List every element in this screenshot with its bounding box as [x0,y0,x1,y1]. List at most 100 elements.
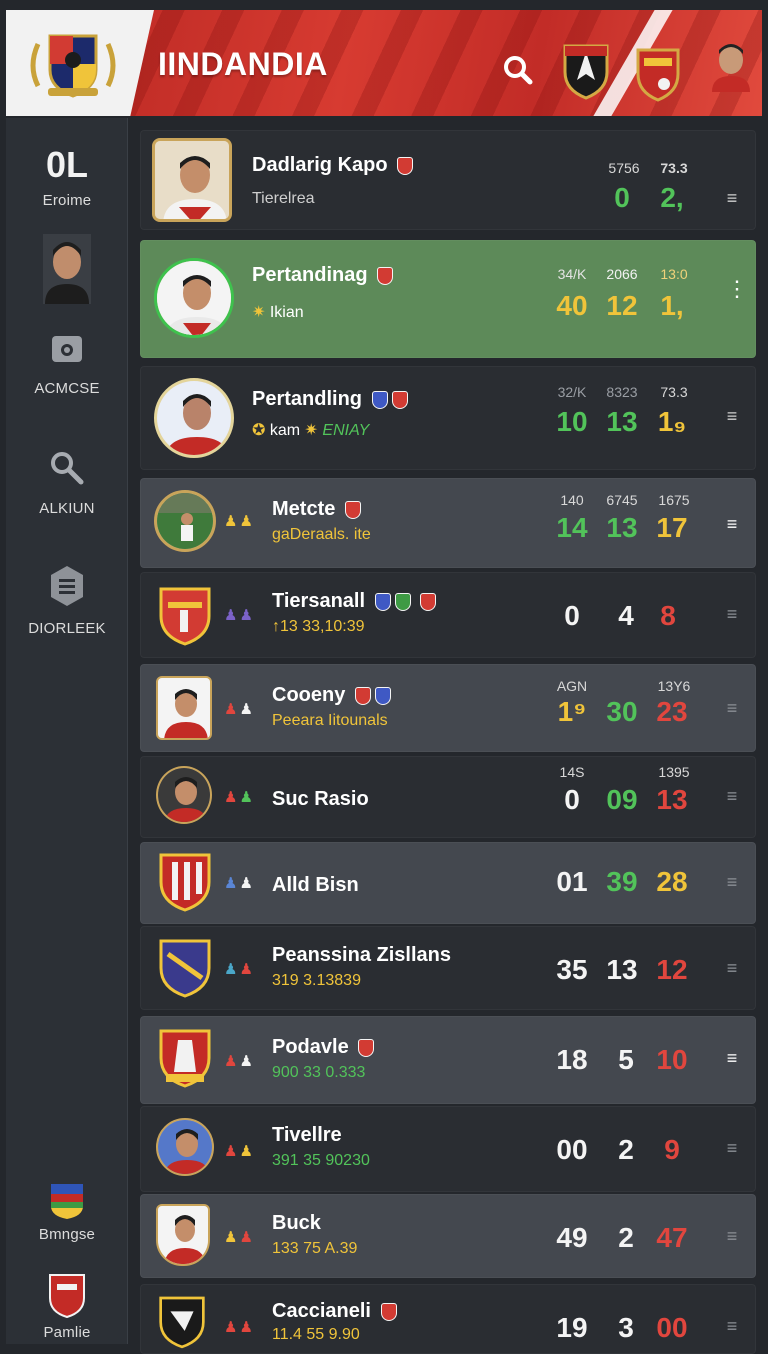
row-menu-icon[interactable]: ≡ [726,698,738,719]
row-name: Cooeny [272,684,391,707]
row-stat-3: 00 [656,1312,688,1343]
row-header-1: 34/K [557,266,587,282]
list-item[interactable]: ♟♟ Buck 133 75 A.39 49 2 47 ≡ [140,1194,756,1278]
row-stat-1: 40 [556,290,588,321]
club-crest-icon [159,587,211,646]
sidebar-item-label: DIORLEEK [28,620,106,637]
row-menu-icon[interactable]: ≡ [726,786,738,807]
shield-icon [563,44,609,100]
players-icon: ♟♟ [224,1229,255,1246]
row-header-1: 32/K [557,384,587,400]
star-icon: ✷ [252,304,266,321]
players-icon: ♟♟ [224,1143,255,1160]
row-menu-icon[interactable]: ≡ [726,1138,738,1159]
avatar [156,1118,214,1176]
club-badge-icon [391,390,408,409]
list-item[interactable]: ♟♟ Suc Rasio 14S 1395 0 09 13 ≡ [140,756,756,838]
row-name-text: Alld Bisn [272,874,359,896]
row-name-text: Cooeny [272,684,346,706]
row-stat-2: 30 [606,696,638,727]
sidebar-item-alkiun[interactable]: ALKIUN [6,448,128,517]
row-menu-icon[interactable]: ≡ [726,872,738,893]
player-photo-icon [158,768,210,822]
league-crest-button[interactable] [634,44,682,107]
list-item[interactable]: ♟♟ Peanssina Zisllans 319 3.13839 35 13 … [140,926,756,1010]
sidebar-item-acmcse[interactable]: ACMCSE [6,332,128,397]
list-item[interactable]: Pertandling ✪ kam ✷ ENIAY 32/K 8323 73.3… [140,366,756,470]
row-stat-1: 14 [556,512,588,543]
row-name-text: Metcte [272,498,336,520]
row-stat-3: 10 [656,1044,688,1075]
row-menu-icon[interactable]: ≡ [726,188,738,209]
row-stat-2: 3 [618,1312,634,1343]
players-icon: ♟♟ [224,1319,255,1336]
row-sub-tag: ENIAY [322,422,370,439]
crest-logo-icon [30,34,116,98]
sidebar-item-bmngse[interactable]: Bmngse [6,1182,128,1243]
row-name-text: Caccianeli [272,1300,371,1322]
list-item[interactable]: ♟♟ Cooeny Peeara Iitounals AGN 13Y6 1⁹ 3… [140,664,756,752]
row-stat-3: 9 [664,1134,680,1165]
sidebar-item-diorleek[interactable]: DIORLEEK [6,564,128,637]
list-item[interactable]: ♟♟ Alld Bisn 01 39 28 ≡ [140,842,756,924]
row-name-text: Pertandinag [252,264,368,286]
sidebar-item-home[interactable]: 0L Eroime [6,144,128,209]
flag-icon [51,1184,83,1219]
sidebar-top-value: 0L [45,144,88,185]
list-item[interactable]: ♟♟ Tiersanall ↑13 33,10:39 0 4 8 ≡ [140,572,756,658]
row-name-text: Buck [272,1212,321,1234]
row-name: Caccianeli [272,1300,397,1323]
row-header-3: 13Y6 [657,678,691,694]
row-name: Peanssina Zisllans [272,944,451,967]
club-badge-icon [371,390,388,409]
club-crest-icon [159,939,211,998]
list-item[interactable]: ♟♟ Podavle 900 33 0.333 18 5 10 ≡ [140,1016,756,1104]
person-icon [43,234,91,304]
app-header: IINDANDIA [6,10,762,116]
sidebar: 0L Eroime ACMCSE ALKIUN DIORLEEK Bmngse … [6,118,128,1344]
club-badge-icon [358,1038,375,1057]
row-name-text: Podavle [272,1036,349,1058]
players-icon: ♟♟ [224,961,255,978]
row-menu-icon[interactable]: ≡ [726,1048,738,1069]
row-menu-icon[interactable]: ≡ [726,1226,738,1247]
row-sub: ✷ Ikian [252,302,304,322]
sidebar-item-label: Bmngse [38,1226,96,1243]
app-title: IINDANDIA [158,46,328,82]
row-name-text: Pertandling [252,388,363,410]
players-icon: ♟♟ [224,1053,255,1070]
row-name: Buck [272,1212,321,1235]
row-menu-icon[interactable]: ≡ [726,406,738,427]
club-badge-icon [377,266,394,285]
list-item[interactable]: Pertandinag ✷ Ikian 34/K 2066 13:0 40 12… [140,240,756,358]
sidebar-item-pamlie[interactable]: Pamlie [6,1272,128,1341]
club-badge-icon [380,1302,397,1321]
row-menu-icon[interactable]: ≡ [726,604,738,625]
camera-icon [52,336,82,362]
row-stat-2: 12 [606,290,638,321]
row-stat-3: 28 [656,866,688,897]
row-sub: 391 35 90230 [272,1152,370,1169]
list-item[interactable]: ♟♟ Tivellre 391 35 90230 00 2 9 ≡ [140,1106,756,1192]
row-name-text: Suc Rasio [272,788,369,810]
row-menu-icon[interactable]: ≡ [726,514,738,535]
club-crest-button[interactable] [561,40,611,105]
row-sub: Peeara Iitounals [272,712,388,729]
user-avatar[interactable] [708,40,754,92]
row-name: Tivellre [272,1124,342,1147]
row-header-1: AGN [556,678,588,694]
row-menu-icon[interactable]: ≡ [726,1316,738,1337]
list-item[interactable]: Dadlarig Kapo Tierelrea 5756 73.3 0 2, ≡ [140,130,756,230]
player-photo-icon [157,261,231,335]
logo[interactable] [6,10,154,116]
sidebar-item-label: Eroime [42,192,92,209]
star-icon: ✷ [304,422,318,439]
more-vertical-icon[interactable]: ⋮ [726,278,748,300]
search-button[interactable] [498,50,538,90]
sidebar-item-label: Pamlie [43,1324,91,1341]
row-stat-3: 13 [656,784,688,815]
list-item[interactable]: ♟♟ Metcte gaDeraals. ite 140 6745 1675 1… [140,478,756,568]
sidebar-avatar[interactable] [6,234,128,310]
stadium-icon [157,493,213,549]
row-menu-icon[interactable]: ≡ [726,958,738,979]
